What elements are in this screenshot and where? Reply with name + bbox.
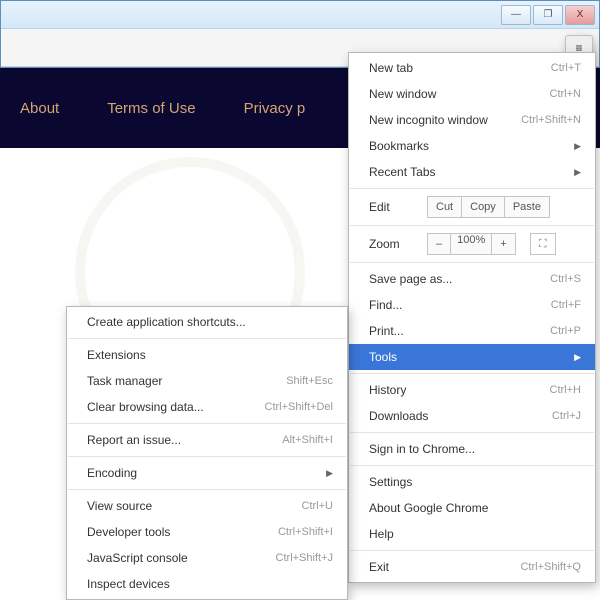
- chevron-right-icon: ▶: [574, 167, 581, 178]
- edit-label: Edit: [369, 200, 419, 214]
- submenu-extensions[interactable]: Extensions: [67, 342, 347, 368]
- chevron-right-icon: ▶: [574, 141, 581, 152]
- zoom-out-button[interactable]: –: [427, 233, 451, 255]
- submenu-clear-browsing[interactable]: Clear browsing data...Ctrl+Shift+Del: [67, 394, 347, 420]
- menu-new-window[interactable]: New windowCtrl+N: [349, 81, 595, 107]
- menu-separator: [350, 225, 594, 226]
- menu-settings[interactable]: Settings: [349, 469, 595, 495]
- menu-separator: [68, 489, 346, 490]
- menu-tools[interactable]: Tools▶: [349, 344, 595, 370]
- menu-separator: [68, 456, 346, 457]
- menu-print[interactable]: Print...Ctrl+P: [349, 318, 595, 344]
- menu-separator: [350, 432, 594, 433]
- nav-privacy[interactable]: Privacy p: [244, 100, 306, 117]
- submenu-encoding[interactable]: Encoding▶: [67, 460, 347, 486]
- menu-history[interactable]: HistoryCtrl+H: [349, 377, 595, 403]
- menu-sign-in[interactable]: Sign in to Chrome...: [349, 436, 595, 462]
- menu-zoom-row: Zoom – 100% + ⛶: [349, 229, 595, 259]
- submenu-report-issue[interactable]: Report an issue...Alt+Shift+I: [67, 427, 347, 453]
- chrome-main-menu: New tabCtrl+T New windowCtrl+N New incog…: [348, 52, 596, 583]
- zoom-in-button[interactable]: +: [491, 233, 515, 255]
- chevron-right-icon: ▶: [574, 352, 581, 363]
- submenu-inspect-devices[interactable]: Inspect devices: [67, 571, 347, 597]
- submenu-view-source[interactable]: View sourceCtrl+U: [67, 493, 347, 519]
- menu-save-page[interactable]: Save page as...Ctrl+S: [349, 266, 595, 292]
- submenu-task-manager[interactable]: Task managerShift+Esc: [67, 368, 347, 394]
- zoom-label: Zoom: [369, 237, 419, 251]
- edit-copy-button[interactable]: Copy: [462, 196, 505, 218]
- menu-separator: [350, 373, 594, 374]
- close-icon: X: [577, 9, 584, 20]
- edit-paste-button[interactable]: Paste: [505, 196, 550, 218]
- menu-downloads[interactable]: DownloadsCtrl+J: [349, 403, 595, 429]
- menu-recent-tabs[interactable]: Recent Tabs▶: [349, 159, 595, 185]
- minimize-icon: —: [511, 9, 521, 20]
- menu-new-incognito[interactable]: New incognito windowCtrl+Shift+N: [349, 107, 595, 133]
- menu-help[interactable]: Help: [349, 521, 595, 547]
- menu-separator: [68, 423, 346, 424]
- nav-terms[interactable]: Terms of Use: [107, 100, 195, 117]
- menu-separator: [350, 550, 594, 551]
- maximize-icon: ❐: [544, 9, 553, 20]
- menu-edit-row: Edit Cut Copy Paste: [349, 192, 595, 222]
- chevron-right-icon: ▶: [326, 468, 333, 479]
- tools-submenu: Create application shortcuts... Extensio…: [66, 306, 348, 600]
- menu-exit[interactable]: ExitCtrl+Shift+Q: [349, 554, 595, 580]
- menu-find[interactable]: Find...Ctrl+F: [349, 292, 595, 318]
- submenu-js-console[interactable]: JavaScript consoleCtrl+Shift+J: [67, 545, 347, 571]
- submenu-create-shortcuts[interactable]: Create application shortcuts...: [67, 309, 347, 335]
- nav-about[interactable]: About: [20, 100, 59, 117]
- submenu-dev-tools[interactable]: Developer toolsCtrl+Shift+I: [67, 519, 347, 545]
- menu-separator: [350, 262, 594, 263]
- fullscreen-icon: ⛶: [539, 238, 547, 251]
- fullscreen-button[interactable]: ⛶: [530, 233, 556, 255]
- menu-new-tab[interactable]: New tabCtrl+T: [349, 55, 595, 81]
- maximize-button[interactable]: ❐: [533, 5, 563, 25]
- minimize-button[interactable]: —: [501, 5, 531, 25]
- menu-separator: [350, 188, 594, 189]
- title-bar: — ❐ X: [1, 1, 599, 29]
- zoom-percent: 100%: [451, 233, 491, 255]
- menu-about-chrome[interactable]: About Google Chrome: [349, 495, 595, 521]
- menu-separator: [350, 465, 594, 466]
- edit-cut-button[interactable]: Cut: [427, 196, 462, 218]
- close-button[interactable]: X: [565, 5, 595, 25]
- menu-bookmarks[interactable]: Bookmarks▶: [349, 133, 595, 159]
- menu-separator: [68, 338, 346, 339]
